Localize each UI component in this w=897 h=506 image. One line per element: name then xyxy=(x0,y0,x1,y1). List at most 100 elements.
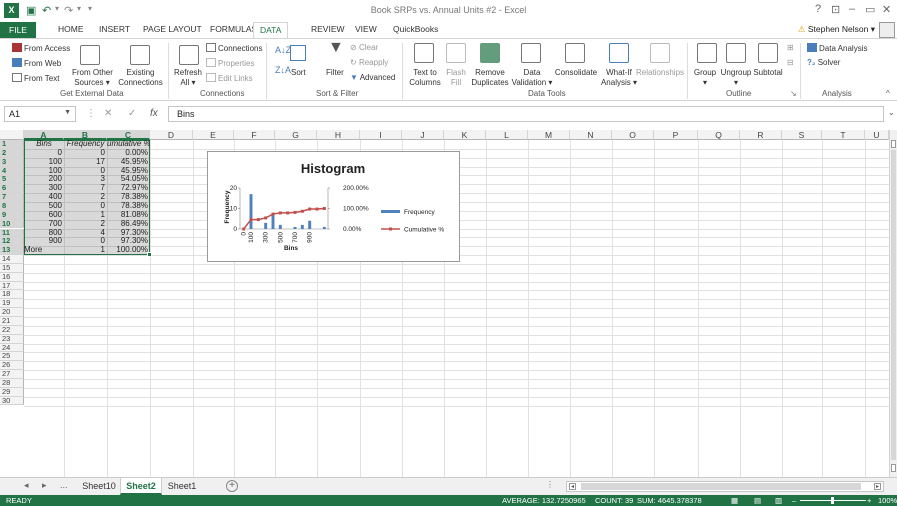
table-cell[interactable]: 0 xyxy=(64,167,107,176)
page-break-view-icon[interactable]: ▥ xyxy=(775,495,782,506)
remove-duplicates-button[interactable]: Remove Duplicates xyxy=(470,68,510,88)
show-detail-icon[interactable]: ⊞ xyxy=(787,43,794,53)
tab-home[interactable]: HOME xyxy=(58,24,84,34)
cancel-entry-button[interactable]: ✕ xyxy=(104,108,112,119)
ribbon-display-icon[interactable]: ⊡ xyxy=(831,3,840,16)
subtotal-button[interactable]: Subtotal xyxy=(750,68,786,78)
table-cell[interactable]: 72.97% xyxy=(107,184,150,193)
table-header-cell[interactable]: umulative % xyxy=(107,140,150,149)
table-cell[interactable]: 0.00% xyxy=(107,149,150,158)
close-button[interactable]: ✕ xyxy=(882,3,891,16)
from-other-sources-button[interactable]: From Other Sources ▾ xyxy=(72,68,113,88)
table-cell[interactable]: 4 xyxy=(64,229,107,238)
table-cell[interactable]: 2 xyxy=(64,193,107,202)
tab-formulas[interactable]: FORMULAS xyxy=(210,24,257,34)
table-cell[interactable]: 81.08% xyxy=(107,211,150,220)
column-header-b[interactable]: B xyxy=(64,130,107,140)
tab-page-layout[interactable]: PAGE LAYOUT xyxy=(143,24,202,34)
column-header-p[interactable]: P xyxy=(654,130,698,140)
column-header-l[interactable]: L xyxy=(486,130,528,140)
minimize-button[interactable]: – xyxy=(849,3,855,15)
ungroup-button[interactable]: Ungroup ▾ xyxy=(718,68,754,88)
outline-dialog-launcher-icon[interactable]: ↘ xyxy=(790,89,797,99)
subtotal-icon[interactable] xyxy=(758,43,778,63)
table-cell[interactable]: 200 xyxy=(24,175,64,184)
column-header-t[interactable]: T xyxy=(822,130,865,140)
consolidate-button[interactable]: Consolidate xyxy=(553,68,599,78)
name-box-dropdown-icon[interactable]: ▼ xyxy=(64,109,71,116)
column-header-h[interactable]: H xyxy=(317,130,360,140)
sort-dialog-icon[interactable] xyxy=(290,45,306,61)
restore-button[interactable]: ▭ xyxy=(865,3,875,16)
group-button[interactable]: Group ▾ xyxy=(690,68,720,88)
table-cell[interactable]: 78.38% xyxy=(107,202,150,211)
split-handle-icon[interactable]: ⋮ xyxy=(546,480,554,489)
sort-button[interactable]: Sort xyxy=(291,68,306,78)
table-cell[interactable]: 300 xyxy=(24,184,64,193)
data-validation-icon[interactable] xyxy=(521,43,541,63)
table-cell[interactable]: 800 xyxy=(24,229,64,238)
enter-entry-button[interactable]: ✓ xyxy=(128,108,136,119)
table-cell[interactable]: 0 xyxy=(64,149,107,158)
column-header-a[interactable]: A xyxy=(24,130,64,140)
table-cell[interactable]: 600 xyxy=(24,211,64,220)
table-cell[interactable]: 45.95% xyxy=(107,167,150,176)
column-header-e[interactable]: E xyxy=(193,130,234,140)
tab-quickbooks[interactable]: QuickBooks xyxy=(393,24,438,34)
column-header-s[interactable]: S xyxy=(782,130,822,140)
add-sheet-button[interactable]: + xyxy=(226,480,238,492)
table-cell[interactable]: 78.38% xyxy=(107,193,150,202)
table-cell[interactable]: 54.05% xyxy=(107,175,150,184)
horizontal-scroll-thumb[interactable] xyxy=(581,483,861,490)
sort-az-icon[interactable]: A↓Z xyxy=(275,45,291,55)
group-icon[interactable] xyxy=(697,43,717,63)
refresh-all-icon[interactable] xyxy=(179,45,199,65)
tab-data[interactable]: DATA xyxy=(253,22,289,39)
existing-connections-icon[interactable] xyxy=(130,45,150,65)
column-header-n[interactable]: N xyxy=(570,130,612,140)
remove-duplicates-icon[interactable] xyxy=(480,43,500,63)
table-cell[interactable]: 97.30% xyxy=(107,237,150,246)
data-validation-button[interactable]: Data Validation ▾ xyxy=(510,68,554,88)
avatar[interactable] xyxy=(879,22,895,38)
expand-formula-bar-icon[interactable]: ⌄ xyxy=(888,108,895,117)
table-cell[interactable]: 1 xyxy=(64,211,107,220)
ungroup-icon[interactable] xyxy=(726,43,746,63)
what-if-analysis-icon[interactable] xyxy=(609,43,629,63)
solver-button[interactable]: ?₂ Solver xyxy=(807,58,840,68)
column-header-r[interactable]: R xyxy=(740,130,782,140)
filter-icon[interactable]: ▼ xyxy=(328,40,344,56)
user-account[interactable]: ⚠ Stephen Nelson ▾ xyxy=(798,24,875,35)
table-cell[interactable]: 0 xyxy=(24,149,64,158)
zoom-level[interactable]: 100% xyxy=(878,495,897,506)
tab-file[interactable]: FILE xyxy=(0,22,36,38)
flash-fill-button[interactable]: Flash Fill xyxy=(442,68,470,88)
column-header-j[interactable]: J xyxy=(402,130,444,140)
edit-links-button[interactable]: Edit Links xyxy=(206,73,253,84)
table-cell[interactable]: 900 xyxy=(24,237,64,246)
zoom-in-button[interactable]: + xyxy=(867,495,871,506)
table-cell[interactable]: 1 xyxy=(64,246,107,255)
table-cell[interactable]: 7 xyxy=(64,184,107,193)
row-header-30[interactable]: 30 xyxy=(0,396,24,406)
table-cell[interactable]: 2 xyxy=(64,220,107,229)
column-header-u[interactable]: U xyxy=(865,130,889,140)
hide-detail-icon[interactable]: ⊟ xyxy=(787,58,794,68)
tab-review[interactable]: REVIEW xyxy=(311,24,345,34)
fill-handle[interactable] xyxy=(147,252,152,257)
reapply-button[interactable]: ↻ Reapply xyxy=(350,58,388,68)
what-if-analysis-button[interactable]: What-If Analysis ▾ xyxy=(599,68,639,88)
properties-button[interactable]: Properties xyxy=(206,58,254,69)
relationships-button[interactable]: Relationships xyxy=(634,68,686,78)
sheet-tab-sheet2[interactable]: Sheet2 xyxy=(120,478,162,495)
column-header-f[interactable]: F xyxy=(234,130,275,140)
scroll-left-icon[interactable]: ◂ xyxy=(569,483,576,490)
flash-fill-icon[interactable] xyxy=(446,43,466,63)
table-cell[interactable]: 100.00% xyxy=(107,246,150,255)
table-cell[interactable]: 0 xyxy=(64,237,107,246)
prev-sheet-icon[interactable]: ◂ xyxy=(24,480,29,491)
name-box[interactable]: A1 ▼ xyxy=(4,106,76,122)
text-to-columns-button[interactable]: Text to Columns xyxy=(406,68,444,88)
table-cell[interactable]: 400 xyxy=(24,193,64,202)
table-header-cell[interactable]: Bins xyxy=(24,140,64,149)
